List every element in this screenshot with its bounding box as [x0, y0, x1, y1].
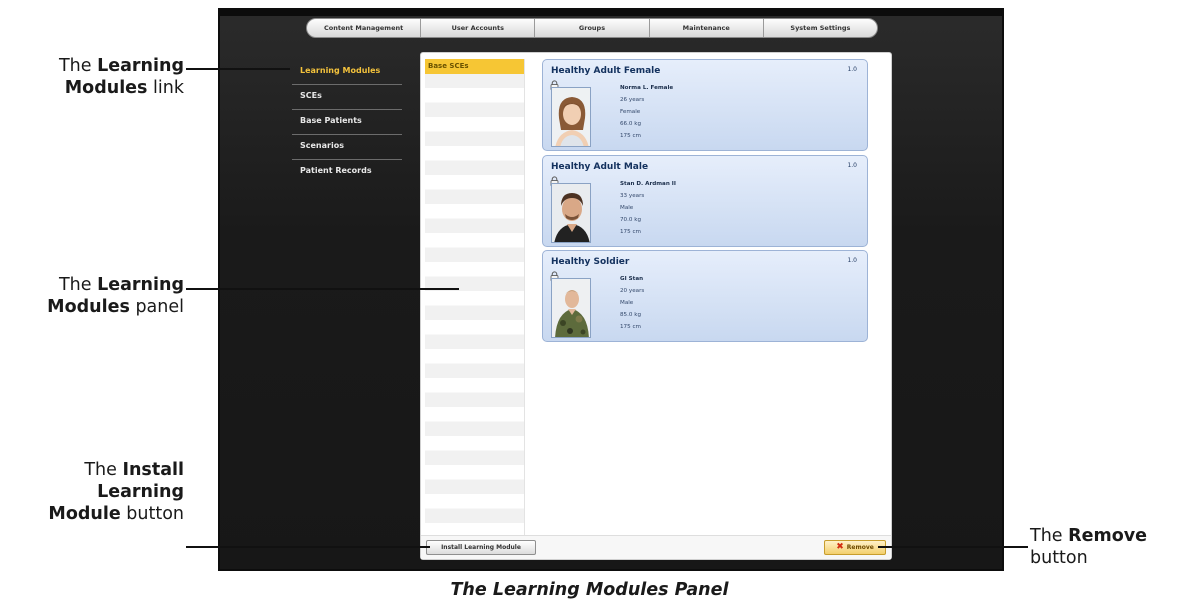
patient-card-title: Healthy Adult Female	[551, 66, 661, 76]
patient-height: 175 cm	[620, 133, 641, 139]
patient-sex: Male	[620, 300, 634, 307]
callout-text: The	[1030, 526, 1069, 546]
sidebar-item-scenarios[interactable]: Scenarios	[292, 135, 402, 160]
sidebar-item-base-patients[interactable]: Base Patients	[292, 110, 402, 135]
callout-bold: Module	[48, 504, 121, 524]
callout-text: button	[1030, 548, 1088, 568]
callout-bold: Install	[122, 460, 184, 480]
panel-footer: Install Learning Module ✖ Remove	[421, 535, 891, 559]
callout-bold: Modules	[47, 297, 130, 317]
patient-age: 33 years	[620, 192, 645, 199]
callout-bold: Learning	[97, 275, 184, 295]
soldier-portrait-icon	[551, 278, 591, 339]
figure-caption: The Learning Modules Panel	[450, 580, 729, 600]
male-portrait-icon	[551, 182, 591, 243]
patient-weight: 66.0 kg	[620, 121, 642, 127]
callout-learning-modules-link: The Learning Modules link	[0, 55, 184, 99]
application-screenshot: Content Management User Accounts Groups …	[218, 8, 1004, 571]
tab-user-accounts[interactable]: User Accounts	[421, 19, 536, 37]
patient-details: GI Stan 20 years Male 85.0 kg 175 cm	[620, 276, 644, 336]
patient-details: Stan D. Ardman II 33 years Male 70.0 kg …	[620, 181, 676, 241]
callout-text: The	[58, 275, 98, 295]
callout-leader-line	[186, 546, 430, 548]
install-learning-module-button[interactable]: Install Learning Module	[426, 540, 536, 555]
callout-text: panel	[129, 297, 184, 317]
patient-sex: Female	[620, 109, 641, 115]
callout-bold: Learning	[97, 482, 184, 502]
patient-card[interactable]: Healthy Adult Male 1.0 Stan D. Ardman II…	[542, 154, 868, 247]
patient-card-title: Healthy Adult Male	[551, 161, 649, 172]
patient-card[interactable]: Healthy Soldier 1.0 GI Stan 20 years Mal…	[542, 250, 868, 343]
callout-text: link	[147, 78, 184, 98]
patient-age: 26 years	[620, 97, 645, 103]
callout-text: The	[58, 56, 98, 76]
remove-button-label: Remove	[846, 544, 874, 551]
patient-weight: 70.0 kg	[620, 216, 642, 223]
tab-groups[interactable]: Groups	[535, 19, 650, 37]
callout-leader-line	[186, 68, 290, 70]
sidebar-item-patient-records[interactable]: Patient Records	[292, 160, 402, 184]
callout-learning-modules-panel: The Learning Modules panel	[0, 274, 184, 318]
patient-card-version: 1.0	[847, 257, 857, 265]
sidebar-item-learning-modules[interactable]: Learning Modules	[292, 60, 402, 85]
callout-leader-line	[878, 546, 1028, 548]
sidebar-item-sces[interactable]: SCEs	[292, 85, 402, 110]
callout-bold: Remove	[1068, 526, 1148, 546]
patient-sex: Male	[620, 204, 634, 211]
patient-card[interactable]: Healthy Adult Female 1.0 Norma L. Female…	[542, 59, 868, 151]
learning-module-item-base-sces[interactable]: Base SCEs	[425, 59, 524, 74]
tab-maintenance[interactable]: Maintenance	[650, 19, 764, 37]
patient-card-title: Healthy Soldier	[551, 257, 630, 268]
callout-text: button	[120, 504, 184, 524]
patient-card-version: 1.0	[847, 66, 857, 73]
patient-weight: 85.0 kg	[620, 312, 642, 319]
patient-name: Norma L. Female	[620, 85, 674, 91]
sidebar: Learning Modules SCEs Base Patients Scen…	[292, 60, 402, 184]
patient-height: 175 cm	[620, 228, 641, 235]
tab-system-settings[interactable]: System Settings	[764, 19, 877, 37]
callout-install-learning-module: The Install Learning Module button	[0, 459, 184, 525]
patient-name: GI Stan	[620, 276, 644, 283]
main-panel: Base SCEs Healthy Adult Female 1.0 Norma…	[420, 52, 892, 560]
patient-name: Stan D. Ardman II	[620, 180, 676, 187]
patient-details: Norma L. Female 26 years Female 66.0 kg …	[620, 85, 673, 145]
patient-card-version: 1.0	[847, 161, 857, 169]
callout-text: The	[84, 460, 123, 480]
female-portrait-icon	[551, 87, 591, 147]
patient-height: 175 cm	[620, 324, 641, 331]
patient-cards: Healthy Adult Female 1.0 Norma L. Female…	[542, 59, 868, 346]
patient-age: 20 years	[620, 288, 645, 295]
remove-x-icon: ✖	[836, 542, 844, 552]
callout-leader-line	[186, 288, 459, 290]
learning-modules-list: Base SCEs	[425, 59, 525, 535]
tab-content-management[interactable]: Content Management	[307, 19, 422, 37]
top-navigation-bar: Content Management User Accounts Groups …	[306, 18, 878, 38]
callout-bold: Learning	[97, 56, 184, 76]
callout-remove-button: The Remove button	[1030, 525, 1179, 569]
remove-button[interactable]: ✖ Remove	[824, 540, 886, 555]
callout-bold: Modules	[64, 78, 148, 98]
